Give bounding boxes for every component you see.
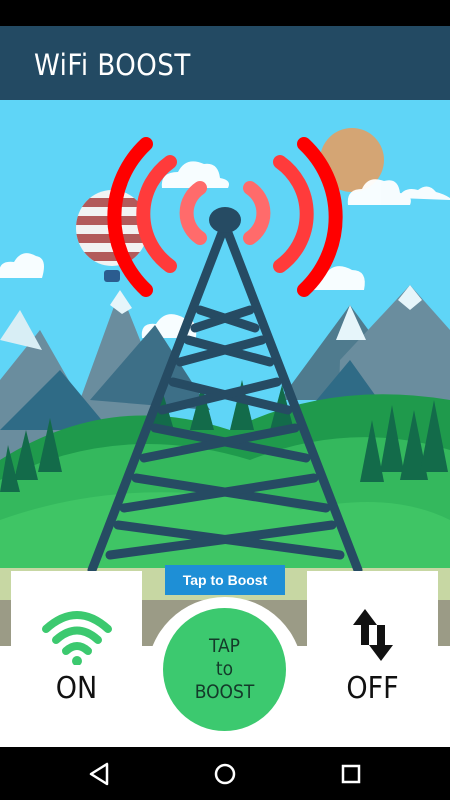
app-title: WiFi BOOST <box>34 48 191 82</box>
data-status-label: OFF <box>346 671 399 706</box>
boost-line-3: BOOST <box>194 681 255 703</box>
boost-line-1: TAP <box>209 635 240 657</box>
wifi-status-label: ON <box>55 671 98 706</box>
data-status-panel[interactable]: OFF <box>307 571 438 747</box>
wifi-status-panel[interactable]: ON <box>11 571 142 747</box>
tap-to-boost-badge[interactable]: Tap to Boost <box>165 565 285 595</box>
tower-top <box>209 207 241 233</box>
wifi-icon <box>41 611 112 665</box>
recents-icon[interactable] <box>337 760 365 788</box>
boost-line-2: to <box>215 658 234 680</box>
boost-button[interactable]: TAP to BOOST <box>163 608 286 731</box>
back-icon[interactable] <box>85 760 113 788</box>
home-icon[interactable] <box>211 760 239 788</box>
app-bar: WiFi BOOST <box>0 26 450 100</box>
data-transfer-icon <box>352 609 393 661</box>
status-bar <box>0 0 450 26</box>
navigation-bar <box>0 747 450 800</box>
